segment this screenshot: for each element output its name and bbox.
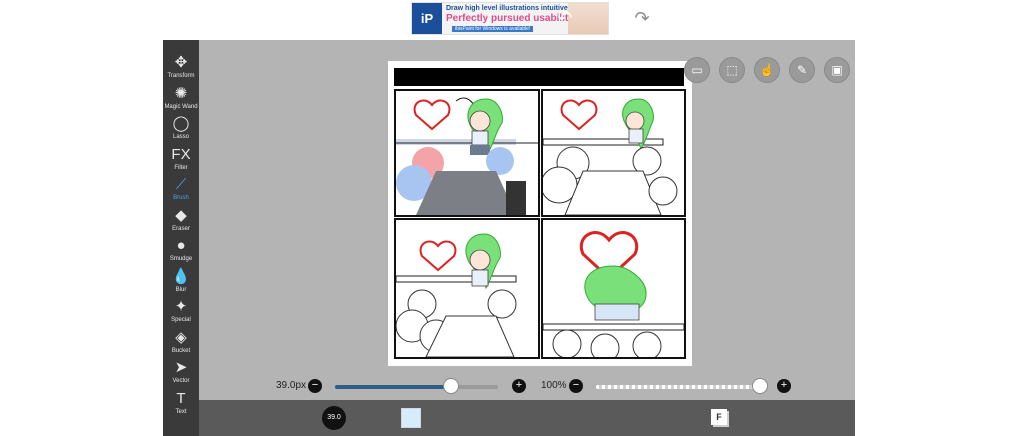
blur-icon: 💧 [171, 267, 191, 285]
tool-smudge[interactable]: ● Smudge [163, 237, 199, 267]
opacity-plus-button[interactable]: + [777, 379, 791, 393]
current-color-swatch[interactable] [401, 408, 421, 428]
ad-banner[interactable]: iP Draw high level illustrations intuiti… [411, 2, 609, 35]
tool-transform[interactable]: ✥ Transform [163, 54, 199, 84]
download-arrow-icon[interactable]: ↓ [477, 8, 499, 28]
tool-label: Blur [175, 286, 187, 293]
opacity-minus-button[interactable]: − [569, 379, 583, 393]
tool-label: Smudge [169, 256, 193, 262]
pencil-icon[interactable]: ✎ [789, 57, 815, 83]
tool-label: Eraser [172, 225, 190, 232]
tool-label: Magic Wand [164, 103, 198, 110]
tool-label: Lasso [172, 134, 189, 140]
tool-special[interactable]: ✦ Special [163, 298, 199, 328]
lasso-icon: ◯ [172, 115, 190, 132]
tool-label: Bucket [171, 347, 191, 354]
comic-panel-2 [541, 89, 686, 217]
tool-eraser[interactable]: ◆ Eraser [163, 207, 199, 237]
tool-text[interactable]: T Text [163, 390, 199, 420]
image-icon[interactable]: ▣ [824, 57, 850, 83]
undo-icon[interactable]: ↶ [554, 8, 576, 28]
back-arrow-icon[interactable]: ← [785, 8, 807, 28]
opacity-thumb[interactable] [752, 378, 768, 394]
transform-icon: ✥ [174, 54, 188, 71]
tool-label: Text [175, 408, 187, 415]
tool-label: Vector [172, 378, 190, 384]
layer-icon[interactable]: F [711, 409, 727, 425]
eraser-icon: ◆ [175, 206, 187, 224]
text-icon: T [176, 389, 186, 407]
comic-panel-3 [394, 218, 540, 359]
tool-filter[interactable]: FX Filter [163, 146, 199, 176]
brush-size-plus-button[interactable]: + [512, 379, 526, 393]
tool-label: Special [171, 317, 191, 323]
tool-brush[interactable]: ⟋ Brush [163, 176, 199, 206]
bottom-toolbar [199, 400, 855, 436]
tool-vector[interactable]: ➤ Vector [163, 359, 199, 389]
opacity-value: 100% [541, 380, 567, 391]
comic-panel-4 [541, 218, 686, 359]
comic-title-bar [394, 68, 684, 86]
tool-label: Brush [173, 195, 189, 201]
tool-blur[interactable]: 💧 Blur [163, 268, 199, 298]
tool-label: Transform [167, 73, 195, 79]
redo-icon[interactable]: ↷ [631, 8, 653, 28]
hand-icon[interactable]: ☝ [754, 57, 780, 83]
brush-size-value: 39.0px [276, 380, 307, 391]
brush-size-badge[interactable]: 39.0 [322, 406, 346, 430]
selection-icon[interactable]: ⬚ [719, 57, 745, 83]
comic-panel-1 [394, 89, 540, 217]
tool-label: Filter [174, 164, 188, 171]
app-logo-icon: iP [412, 3, 442, 34]
brush-size-thumb[interactable] [442, 378, 459, 394]
tool-bucket[interactable]: ◈ Bucket [163, 329, 199, 359]
opacity-track[interactable] [596, 385, 764, 389]
tool-lasso[interactable]: ◯ Lasso [163, 115, 199, 145]
swap-color-icon[interactable]: ⤡ [246, 8, 268, 28]
magic-wand-icon: ✺ [174, 84, 188, 102]
filter-icon: FX [171, 145, 191, 163]
brush-icon: ⟋ [175, 176, 187, 193]
tool-magic-wand[interactable]: ✺ Magic Wand [163, 85, 199, 115]
bucket-icon: ◈ [175, 328, 187, 346]
smudge-icon: ● [176, 237, 186, 254]
brush-size-track-fill [335, 385, 451, 389]
vector-icon: ➤ [174, 359, 188, 376]
brush-size-minus-button[interactable]: − [308, 379, 322, 393]
special-icon: ✦ [174, 298, 188, 315]
toggle-panel-icon[interactable]: ▭ [684, 57, 710, 83]
